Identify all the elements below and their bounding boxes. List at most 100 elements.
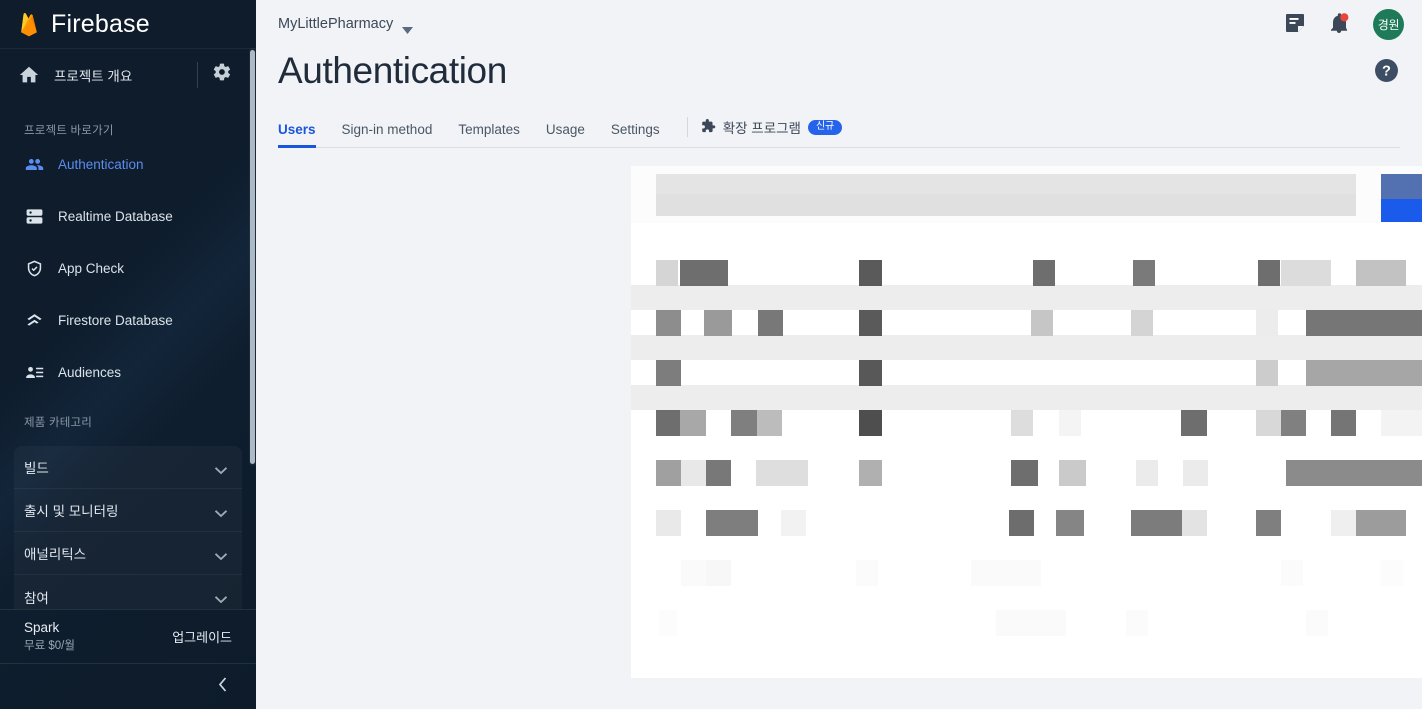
redacted-block [856, 560, 878, 586]
main-content: MyLittlePharmacy 경원 Authentication ? Use… [256, 0, 1422, 709]
sidebar-item-realtime-database[interactable]: Realtime Database [0, 200, 256, 232]
redacted-block [656, 510, 681, 536]
firebase-brand-header[interactable]: Firebase [0, 0, 256, 48]
redacted-block [1059, 460, 1086, 486]
project-selector[interactable]: MyLittlePharmacy [278, 16, 414, 34]
category-item-release-monitor[interactable]: 출시 및 모니터링 [14, 489, 242, 532]
firebase-wordmark: Firebase [51, 9, 150, 38]
firebase-flame-icon [18, 10, 40, 38]
tab-label: Users [278, 122, 316, 137]
redacted-block [757, 410, 782, 436]
table-toolbar-redacted[interactable] [631, 166, 1422, 223]
plan-name: Spark [24, 619, 60, 635]
table-row[interactable] [631, 335, 1422, 360]
sidebar-item-firestore-database[interactable]: Firestore Database [0, 304, 256, 336]
sidebar-collapse-button[interactable] [0, 663, 256, 709]
shield-check-icon [24, 258, 44, 278]
redacted-block [1059, 410, 1081, 436]
redacted-block [680, 410, 706, 436]
sidebar-scrollbar-thumb[interactable] [250, 50, 255, 464]
plan-price: 무료 $0/월 [24, 640, 75, 653]
redacted-block [1182, 510, 1207, 536]
sidebar-item-authentication[interactable]: Authentication [0, 148, 256, 180]
sidebar-item-app-check[interactable]: App Check [0, 252, 256, 284]
redacted-block [1183, 460, 1208, 486]
redacted-block [859, 460, 882, 486]
category-item-engage[interactable]: 참여 [14, 575, 242, 609]
redacted-block [1136, 460, 1158, 486]
redacted-block [706, 510, 758, 536]
redacted-block [1011, 460, 1038, 486]
category-item-build[interactable]: 빌드 [14, 446, 242, 489]
redacted-block [1126, 610, 1148, 636]
plan-info: Spark 무료 $0/월 [24, 620, 75, 654]
redacted-block [971, 560, 1041, 586]
category-item-analytics[interactable]: 애널리틱스 [14, 532, 242, 575]
tab-users[interactable]: Users [278, 122, 329, 148]
table-row[interactable] [631, 385, 1422, 410]
status-badge: 신규 [807, 119, 842, 135]
users-table-card [631, 166, 1422, 678]
firestore-icon [24, 310, 44, 330]
chevron-down-icon [214, 549, 228, 560]
page-title: Authentication [278, 50, 507, 91]
redacted-block [1033, 260, 1055, 286]
redacted-block [659, 610, 677, 636]
redacted-block [758, 310, 783, 336]
redacted-block [1281, 260, 1331, 286]
redacted-block [1281, 410, 1306, 436]
redacted-block [1281, 560, 1303, 586]
person-list-icon [24, 362, 44, 382]
avatar[interactable]: 경원 [1373, 8, 1404, 40]
redacted-block [1011, 410, 1033, 436]
tab-label: Settings [610, 122, 660, 137]
redacted-block [859, 260, 882, 286]
redacted-block [680, 260, 728, 286]
product-categories-group: 빌드 출시 및 모니터링 애널리틱스 참여 [14, 446, 242, 609]
upgrade-button[interactable]: 업그레이드 [172, 627, 232, 646]
tab-sign-in-method[interactable]: Sign-in method [329, 122, 446, 147]
people-icon [24, 154, 44, 174]
help-circle-icon[interactable]: ? [1374, 58, 1400, 84]
redacted-block [656, 310, 681, 336]
page-header: Authentication ? [256, 48, 1422, 89]
extensions-puzzle-icon [700, 118, 716, 137]
caret-down-icon [402, 21, 414, 34]
redacted-block [706, 460, 731, 486]
svg-text:?: ? [1382, 64, 1391, 80]
redacted-block [859, 310, 882, 336]
redacted-block [1306, 610, 1328, 636]
tab-divider [686, 117, 688, 137]
top-bar: MyLittlePharmacy 경원 [256, 0, 1422, 48]
sidebar-item-audiences[interactable]: Audiences [0, 356, 256, 388]
tab-usage[interactable]: Usage [533, 122, 598, 147]
tab-bar: Users Sign-in method Templates Usage Set… [278, 115, 1400, 148]
redacted-block [656, 410, 681, 436]
feedback-note-icon[interactable] [1283, 11, 1309, 37]
redacted-block [731, 410, 757, 436]
category-label: 참여 [24, 590, 49, 606]
project-overview-row[interactable]: 프로젝트 개요 [0, 48, 256, 100]
redacted-block [681, 560, 706, 586]
redacted-block [1286, 460, 1422, 486]
redacted-block [1131, 510, 1183, 536]
tab-templates[interactable]: Templates [445, 122, 533, 147]
tab-extensions-label: 확장 프로그램 [722, 121, 801, 136]
project-selector-label: MyLittlePharmacy [278, 16, 394, 32]
sidebar-item-label: Firestore Database [58, 312, 173, 328]
notifications-bell-icon[interactable] [1327, 11, 1353, 37]
table-row[interactable] [631, 285, 1422, 310]
tab-settings[interactable]: Settings [598, 122, 673, 147]
redacted-block [681, 460, 706, 486]
tab-extensions[interactable]: 확장 프로그램 신규 [700, 117, 842, 147]
home-icon [18, 64, 40, 86]
gear-icon[interactable] [212, 62, 238, 88]
users-table-region [256, 166, 1422, 686]
redacted-block [1356, 510, 1406, 536]
redacted-block [704, 310, 732, 336]
redacted-block [1381, 199, 1422, 222]
redacted-block [1256, 410, 1281, 436]
sidebar-item-label: App Check [58, 260, 125, 276]
chevron-left-icon [217, 676, 230, 698]
table-rows-redacted[interactable] [631, 223, 1422, 678]
